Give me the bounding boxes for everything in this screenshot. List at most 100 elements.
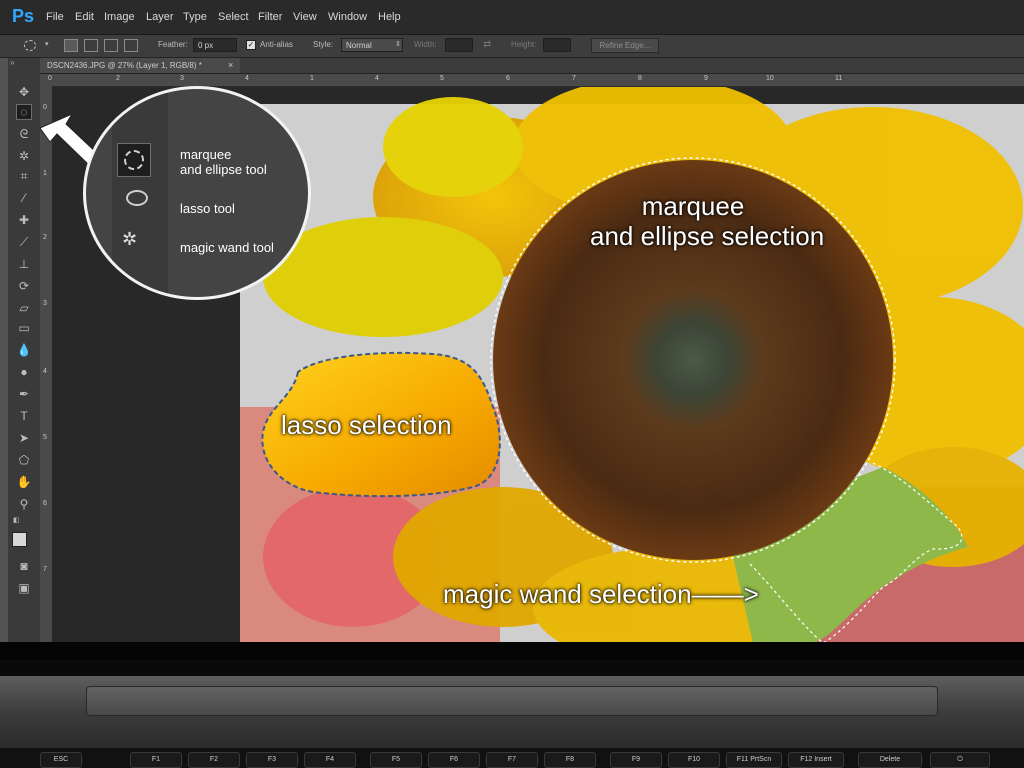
width-input[interactable] — [445, 38, 473, 52]
ellipse-marquee-icon — [124, 150, 144, 170]
ruler-tick: 2 — [116, 75, 120, 82]
lasso-tool-label: lasso tool — [180, 201, 235, 216]
swap-width-height-icon[interactable]: ⇄ — [483, 39, 491, 50]
label-line: and ellipse tool — [180, 162, 267, 177]
move-tool-icon[interactable]: ✥ — [16, 84, 32, 100]
antialias-label: Anti-alias — [260, 40, 293, 49]
magic-wand-icon: ✲ — [122, 229, 138, 249]
type-tool-icon[interactable]: T — [16, 408, 32, 424]
key-f9: F9 — [610, 752, 662, 768]
ruler-tick: 10 — [766, 75, 774, 82]
close-icon[interactable]: × — [228, 58, 233, 73]
menu-bar: Ps File Edit Image Layer Type Select Fil… — [0, 0, 1024, 35]
menu-filter[interactable]: Filter — [258, 11, 282, 23]
width-label: Width: — [414, 40, 437, 49]
key-f7: F7 — [486, 752, 538, 768]
key-f10: F10 — [668, 752, 720, 768]
key-f11: F11 PrtScn — [726, 752, 782, 768]
brush-tool-icon[interactable]: ⟋ — [16, 234, 32, 250]
menu-help[interactable]: Help — [378, 11, 401, 23]
ruler-tick: 6 — [43, 500, 47, 507]
style-label: Style: — [313, 40, 334, 49]
marquee-selection-annotation: marquee and ellipse selection — [590, 191, 825, 251]
chevron-updown-icon: ⇕ — [395, 41, 401, 48]
tool-callout: ✲ marquee and ellipse tool lasso tool ma… — [83, 86, 311, 300]
key-esc: ESC — [40, 752, 82, 768]
ruler-tick: 0 — [48, 75, 52, 82]
key-f2: F2 — [188, 752, 240, 768]
add-to-selection-icon[interactable] — [84, 39, 98, 52]
ellipse-marquee-preset-icon[interactable] — [24, 40, 36, 51]
feather-label: Feather: — [158, 40, 188, 49]
pen-tool-icon[interactable]: ✒ — [16, 386, 32, 402]
menu-edit[interactable]: Edit — [75, 11, 94, 23]
ruler-tick: 6 — [506, 75, 510, 82]
dodge-tool-icon[interactable]: ● — [16, 364, 32, 380]
ruler-tick: 8 — [638, 75, 642, 82]
menu-image[interactable]: Image — [104, 11, 135, 23]
new-selection-icon[interactable] — [64, 39, 78, 52]
lasso-selection-annotation: lasso selection — [281, 410, 452, 440]
magic-wand-tool-label: magic wand tool — [180, 240, 274, 255]
photoshop-window: Ps File Edit Image Layer Type Select Fil… — [0, 0, 1024, 660]
antialias-checkbox[interactable]: ✓ — [246, 40, 256, 50]
document-tab[interactable]: DSCN2436.JPG @ 27% (Layer 1, RGB/8) * — [40, 58, 240, 73]
ruler-tick: 5 — [43, 434, 47, 441]
menu-view[interactable]: View — [293, 11, 317, 23]
style-select[interactable]: Normal — [341, 38, 403, 52]
laptop-hinge — [86, 686, 938, 716]
ruler-tick: 7 — [43, 566, 47, 573]
ruler-tick: 2 — [43, 234, 47, 241]
subtract-from-selection-icon[interactable] — [104, 39, 118, 52]
collapse-panel-icon[interactable]: » — [10, 58, 14, 67]
magic-wand-selection-annotation: magic wand selection——> — [443, 579, 759, 609]
menu-select[interactable]: Select — [218, 11, 249, 23]
menu-type[interactable]: Type — [183, 11, 207, 23]
document-tab-title: DSCN2436.JPG @ 27% (Layer 1, RGB/8) * — [47, 61, 202, 70]
document-tab-bar: DSCN2436.JPG @ 27% (Layer 1, RGB/8) * × — [40, 58, 1024, 74]
blur-tool-icon[interactable]: 💧 — [16, 342, 32, 358]
ruler-tick: 3 — [43, 300, 47, 307]
zoom-tool-icon[interactable]: ⚲ — [16, 496, 32, 512]
annotation-line: and ellipse selection — [590, 221, 825, 251]
shape-tool-icon[interactable]: ⬠ — [16, 452, 32, 468]
menu-file[interactable]: File — [46, 11, 64, 23]
refine-edge-button[interactable]: Refine Edge... — [591, 38, 659, 53]
lasso-icon — [126, 190, 148, 206]
key-power: ⏻ — [930, 752, 990, 768]
clone-stamp-tool-icon[interactable]: ⊥ — [16, 256, 32, 272]
default-colors-icon[interactable]: ◧ — [13, 516, 20, 524]
menu-layer[interactable]: Layer — [146, 11, 174, 23]
path-selection-tool-icon[interactable]: ➤ — [16, 430, 32, 446]
screen-mode-icon[interactable]: ▣ — [16, 580, 32, 596]
menu-window[interactable]: Window — [328, 11, 367, 23]
eyedropper-tool-icon[interactable]: ⁄ — [16, 190, 32, 206]
feather-input[interactable]: 0 px — [193, 38, 237, 52]
gradient-tool-icon[interactable]: ▭ — [16, 320, 32, 336]
marquee-tool-label: marquee and ellipse tool — [180, 147, 267, 177]
intersect-selection-icon[interactable] — [124, 39, 138, 52]
chevron-down-icon[interactable]: ▾ — [45, 40, 49, 48]
key-f8: F8 — [544, 752, 596, 768]
ruler-tick: 9 — [704, 75, 708, 82]
options-bar: ▾ Feather: 0 px ✓ Anti-alias Style: Norm… — [0, 35, 1024, 58]
key-f4: F4 — [304, 752, 356, 768]
ruler-tick: 1 — [310, 75, 314, 82]
photoshop-logo: Ps — [12, 6, 35, 26]
key-f1: F1 — [130, 752, 182, 768]
eraser-tool-icon[interactable]: ▱ — [16, 300, 32, 316]
key-f3: F3 — [246, 752, 298, 768]
ruler-tick: 11 — [835, 75, 843, 82]
foreground-color-swatch[interactable] — [12, 532, 27, 547]
key-delete: Delete — [858, 752, 922, 768]
ruler-tick: 4 — [375, 75, 379, 82]
key-f12: F12 Insert — [788, 752, 844, 768]
quick-mask-icon[interactable]: ◙ — [16, 558, 32, 574]
history-brush-tool-icon[interactable]: ⟳ — [16, 278, 32, 294]
key-f6: F6 — [428, 752, 480, 768]
hand-tool-icon[interactable]: ✋ — [16, 474, 32, 490]
ruler-tick: 4 — [245, 75, 249, 82]
healing-brush-tool-icon[interactable]: ✚ — [16, 212, 32, 228]
height-input[interactable] — [543, 38, 571, 52]
ruler-tick: 3 — [180, 75, 184, 82]
